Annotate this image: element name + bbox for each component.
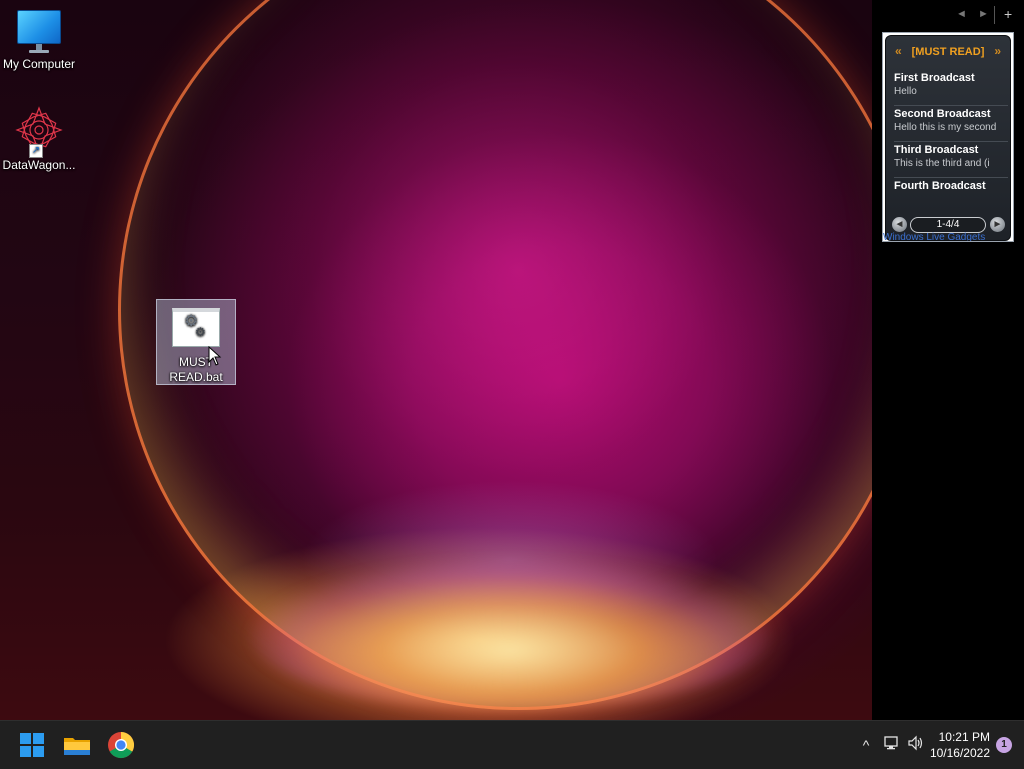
broadcast-item[interactable]: Third Broadcast This is the third and (i: [894, 142, 1008, 178]
broadcast-subtitle: Hello: [894, 86, 917, 97]
divider: [994, 6, 995, 24]
start-button[interactable]: [16, 729, 48, 761]
shortcut-arrow-icon: ↗: [29, 144, 43, 158]
page-prev-button[interactable]: ◄: [892, 217, 907, 232]
broadcast-title: Second Broadcast: [894, 108, 991, 120]
desktop-icon-label: DataWagon...: [2, 158, 76, 172]
start-icon: [20, 733, 44, 757]
wallpaper-glow: [250, 560, 770, 710]
file-explorer-button[interactable]: [61, 729, 93, 761]
notification-badge[interactable]: 1: [996, 737, 1012, 753]
clock-time: 10:21 PM: [938, 730, 990, 744]
clock[interactable]: 10:21 PM 10/16/2022: [928, 729, 990, 761]
gadget-header: « [MUST READ] »: [886, 42, 1010, 60]
broadcast-title: Third Broadcast: [894, 144, 979, 156]
broadcast-subtitle: This is the third and (i: [894, 158, 990, 169]
desktop-wallpaper: [0, 0, 872, 720]
desktop-icon-label: MUST READ.bat: [169, 355, 223, 384]
taskbar: ^ 10:21 PM 10/16/2022 1: [0, 720, 1024, 769]
desktop-icon-datawagon[interactable]: ↗ DataWagon...: [0, 106, 78, 173]
chevron-up-icon[interactable]: ^: [856, 735, 876, 755]
gadget-sidebar-controls: ◄ ► +: [952, 6, 1022, 26]
gadget-prev-arrow[interactable]: «: [895, 42, 902, 60]
file-explorer-icon: [64, 738, 90, 755]
desktop-icon-label: My Computer: [2, 57, 76, 71]
system-tray: ^ 10:21 PM 10/16/2022 1: [824, 721, 1024, 769]
page-indicator: 1-4/4: [910, 217, 986, 233]
broadcast-item[interactable]: Fourth Broadcast: [894, 178, 1008, 213]
gadget-caption: Windows Live Gadgets: [883, 232, 986, 241]
broadcast-gadget: « [MUST READ] » First Broadcast Hello Se…: [882, 32, 1014, 242]
mouse-cursor-icon: [208, 346, 222, 366]
gadget-title: [MUST READ]: [911, 46, 985, 58]
volume-icon[interactable]: [906, 735, 926, 755]
chrome-button[interactable]: [105, 729, 137, 761]
gadget-panel: « [MUST READ] » First Broadcast Hello Se…: [885, 35, 1011, 241]
batch-file-icon: ⚙ ⚙: [172, 308, 220, 347]
broadcast-title: First Broadcast: [894, 72, 975, 84]
datawagon-logo-icon: ↗: [15, 106, 63, 158]
gadget-next-arrow[interactable]: »: [994, 42, 1001, 60]
monitor-icon: [0, 10, 78, 53]
broadcast-list: First Broadcast Hello Second Broadcast H…: [894, 70, 1008, 213]
desktop-icon-my-computer[interactable]: My Computer: [0, 10, 78, 72]
broadcast-item[interactable]: First Broadcast Hello: [894, 70, 1008, 106]
sidebar-back-button[interactable]: ◄: [956, 8, 967, 20]
network-icon[interactable]: [882, 735, 902, 755]
broadcast-title: Fourth Broadcast: [894, 180, 986, 192]
chrome-icon: [108, 731, 135, 759]
broadcast-subtitle: Hello this is my second: [894, 122, 997, 133]
desktop-icon-must-read-bat[interactable]: ⚙ ⚙ MUST READ.bat: [156, 299, 236, 385]
gear-icon: ⚙: [195, 325, 206, 339]
clock-date: 10/16/2022: [929, 746, 990, 760]
page-next-button[interactable]: ►: [990, 217, 1005, 232]
add-gadget-button[interactable]: +: [1004, 6, 1012, 22]
broadcast-item[interactable]: Second Broadcast Hello this is my second: [894, 106, 1008, 142]
sidebar-forward-button[interactable]: ►: [978, 8, 989, 20]
